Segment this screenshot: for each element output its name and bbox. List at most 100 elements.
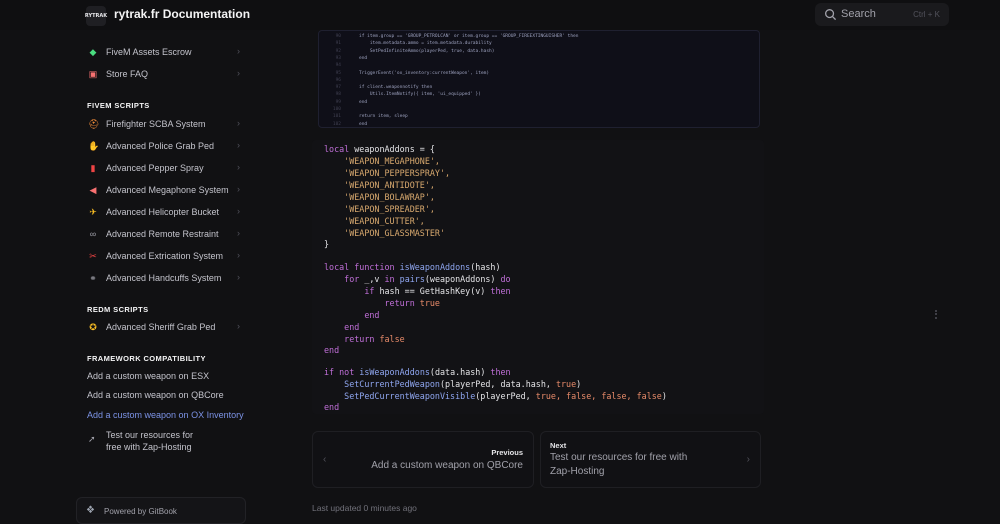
line-number: 92 xyxy=(335,48,341,54)
megaphone-icon: ◀ xyxy=(89,185,97,195)
sidebar-item-label: Advanced Sheriff Grab Ped xyxy=(106,322,216,332)
sidebar-item-label-line2: free with Zap-Hosting xyxy=(106,442,192,452)
rocket-icon: ➚ xyxy=(88,434,96,444)
chevron-right-icon: › xyxy=(237,321,240,331)
sidebar-item-zap-hosting[interactable]: ➚ Test our resources for free with Zap-H… xyxy=(80,430,246,458)
previous-label: Previous xyxy=(491,448,523,457)
sidebar-item-label: Advanced Police Grab Ped xyxy=(106,141,215,151)
search-shortcut: Ctrl + K xyxy=(913,10,940,19)
spray-icon: ▮ xyxy=(90,163,96,173)
extrication-icon: ✂ xyxy=(89,251,97,261)
last-updated: Last updated 0 minutes ago xyxy=(312,503,417,513)
code-line: end xyxy=(324,345,340,355)
sidebar-item-label: Advanced Extrication System xyxy=(106,251,224,261)
code-line: return true xyxy=(324,298,440,308)
code-line: if hash == GetHashKey(v) then xyxy=(324,286,511,296)
scrollbar-handle[interactable] xyxy=(935,310,937,319)
code-line: local weaponAddons = { xyxy=(324,144,435,154)
line-number: 93 xyxy=(335,55,341,61)
sidebar-item-helicopter-bucket[interactable]: ✈ Advanced Helicopter Bucket › xyxy=(80,205,246,223)
code-line: if not isWeaponAddons(data.hash) then xyxy=(324,367,511,377)
line-number: 100 xyxy=(332,107,341,112)
sidebar-item-label: Advanced Helicopter Bucket xyxy=(106,207,220,217)
helicopter-icon: ✈ xyxy=(89,207,97,217)
next-page-link[interactable]: Next Test our resources for free with Za… xyxy=(540,431,761,488)
code-text: end xyxy=(359,55,368,61)
search-button[interactable]: Search Ctrl + K xyxy=(815,3,949,26)
section-heading-framework: FRAMEWORK COMPATIBILITY xyxy=(87,354,206,363)
search-icon xyxy=(825,9,837,21)
code-line: 'WEAPON_PEPPERSPRAY', xyxy=(324,168,451,178)
sidebar-item-sheriff-grab[interactable]: ✪ Advanced Sheriff Grab Ped › xyxy=(80,320,246,338)
sidebar-item-fivem-assets-escrow[interactable]: ◆ FiveM Assets Escrow › xyxy=(80,45,246,63)
line-number: 95 xyxy=(335,70,341,76)
sidebar-item-esx[interactable]: Add a custom weapon on ESX xyxy=(87,371,209,381)
line-number: 91 xyxy=(335,41,341,47)
sidebar-item-ox-inventory[interactable]: Add a custom weapon on OX Inventory xyxy=(87,410,244,420)
sidebar-item-label: Firefighter SCBA System xyxy=(106,119,206,129)
code-line: SetPedCurrentWeaponVisible(playerPed, tr… xyxy=(324,391,667,401)
sidebar-item-label: FiveM Assets Escrow xyxy=(106,47,192,57)
code-text: return item, sleep xyxy=(359,114,408,120)
next-title-line2: Zap-Hosting xyxy=(550,466,605,477)
code-line: 'WEAPON_MEGAPHONE', xyxy=(324,156,440,166)
powered-by-gitbook[interactable]: ❖ Powered by GitBook xyxy=(76,497,246,524)
previous-page-link[interactable]: ‹ Previous Add a custom weapon on QBCore xyxy=(312,431,534,488)
chevron-right-icon: › xyxy=(237,272,240,282)
code-text: end xyxy=(359,99,368,105)
code-line: for _,v in pairs(weaponAddons) do xyxy=(324,274,511,284)
chevron-right-icon: › xyxy=(746,454,750,465)
section-heading-fivem: FIVEM SCRIPTS xyxy=(87,101,150,110)
scba-icon: ⛑ xyxy=(88,119,100,129)
chevron-right-icon: › xyxy=(237,46,240,56)
code-line: 'WEAPON_SPREADER', xyxy=(324,204,435,214)
code-block-main: local weaponAddons = { 'WEAPON_MEGAPHONE… xyxy=(312,140,764,414)
chevron-right-icon: › xyxy=(237,162,240,172)
sidebar-item-police-grab[interactable]: ✋ Advanced Police Grab Ped › xyxy=(80,139,246,157)
handcuffs-icon: ⚭ xyxy=(89,273,97,283)
sidebar-item-scba[interactable]: ⛑ Firefighter SCBA System › xyxy=(80,117,246,135)
line-number: 97 xyxy=(335,85,341,91)
sidebar-item-label: Advanced Remote Restraint xyxy=(106,229,219,239)
code-text: if item.group == 'GROUP_PETROLCAN' or it… xyxy=(359,34,579,39)
sidebar-item-label: Store FAQ xyxy=(106,69,149,79)
chevron-right-icon: › xyxy=(237,140,240,150)
code-text: TriggerEvent('ox_inventory:currentWeapon… xyxy=(359,70,490,76)
line-number: 94 xyxy=(335,63,341,69)
sidebar-item-remote-restraint[interactable]: ∞ Advanced Remote Restraint › xyxy=(80,227,246,245)
sidebar-item-pepper-spray[interactable]: ▮ Advanced Pepper Spray › xyxy=(80,161,246,179)
previous-title: Add a custom weapon on QBCore xyxy=(371,460,523,471)
sidebar-item-handcuffs[interactable]: ⚭ Advanced Handcuffs System › xyxy=(80,271,246,289)
code-line: SetCurrentPedWeapon(playerPed, data.hash… xyxy=(324,379,582,389)
sidebar-item-store-faq[interactable]: ▣ Store FAQ › xyxy=(80,67,246,85)
line-number: 99 xyxy=(335,99,341,105)
line-number: 98 xyxy=(335,92,341,98)
logo-text: RYTRAK xyxy=(84,13,108,19)
sheriff-icon: ✪ xyxy=(89,322,97,332)
top-bar: RYTRAK rytrak.fr Documentation Search Ct… xyxy=(0,0,1000,30)
code-line: 'WEAPON_GLASSMASTER' xyxy=(324,228,446,238)
next-title-line1: Test our resources for free with xyxy=(550,452,688,463)
site-logo[interactable]: RYTRAK xyxy=(84,6,108,26)
code-line: 'WEAPON_BOLAWRAP', xyxy=(324,192,435,202)
search-label: Search xyxy=(841,8,876,20)
sidebar-item-qbcore[interactable]: Add a custom weapon on QBCore xyxy=(87,390,224,400)
next-label: Next xyxy=(550,441,567,450)
line-number: 90 xyxy=(335,34,341,39)
code-line: end xyxy=(324,322,360,332)
sidebar-item-label: Advanced Pepper Spray xyxy=(106,163,204,173)
code-text: if client.weaponnotify then xyxy=(359,85,433,91)
code-line: 'WEAPON_ANTIDOTE', xyxy=(324,180,435,190)
code-line: 'WEAPON_CUTTER', xyxy=(324,216,425,226)
code-text: item.metadata.ammo = item.metadata.durab… xyxy=(359,41,492,47)
sidebar-item-extrication[interactable]: ✂ Advanced Extrication System › xyxy=(80,249,246,267)
site-title[interactable]: rytrak.fr Documentation xyxy=(114,7,250,21)
sidebar-item-megaphone[interactable]: ◀ Advanced Megaphone System › xyxy=(80,183,246,201)
chevron-right-icon: › xyxy=(237,228,240,238)
code-text: SetPedInfiniteAmmo(playerPed, true, data… xyxy=(359,48,495,54)
chevron-left-icon: ‹ xyxy=(323,454,327,465)
restraint-icon: ∞ xyxy=(89,229,97,239)
gitbook-label: Powered by GitBook xyxy=(104,507,177,516)
sidebar-item-label: Advanced Megaphone System xyxy=(106,185,229,195)
line-number: 96 xyxy=(335,77,341,83)
